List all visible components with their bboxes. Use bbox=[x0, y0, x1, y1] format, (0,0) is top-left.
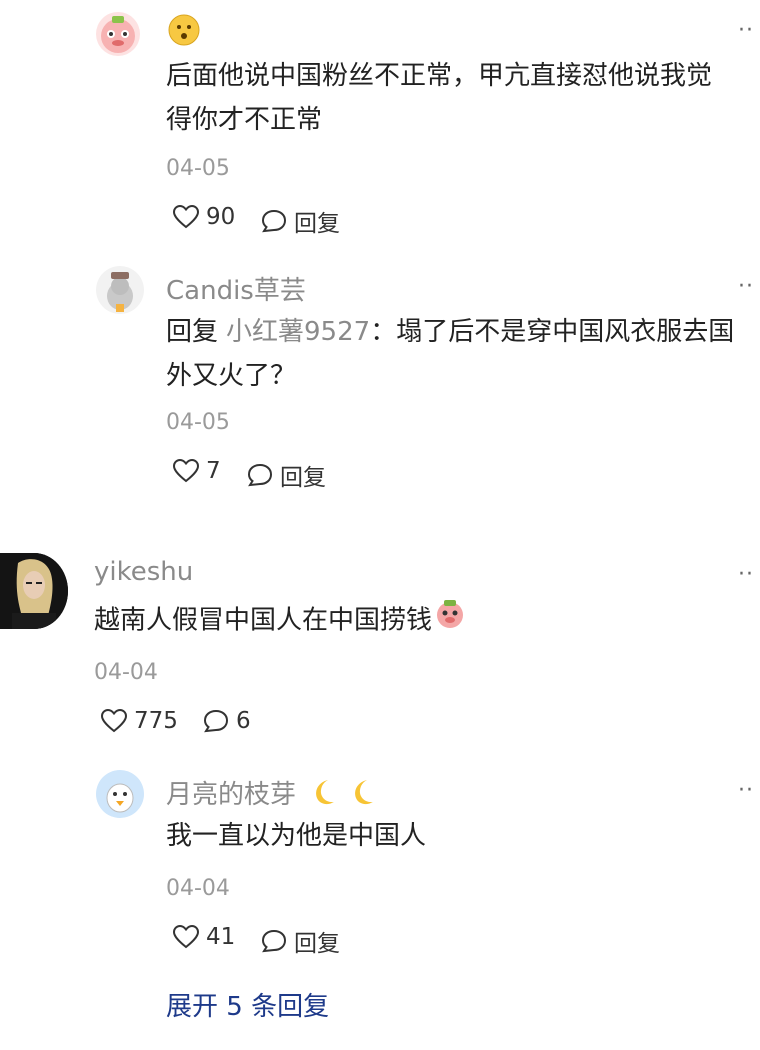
like-button[interactable]: 7 bbox=[172, 458, 221, 484]
more-options-icon[interactable]: ·· bbox=[738, 274, 754, 299]
heart-icon bbox=[172, 924, 200, 949]
like-count: 41 bbox=[206, 924, 236, 950]
expand-replies-link[interactable]: 展开 5 条回复 bbox=[166, 986, 329, 1023]
emoji-face-icon bbox=[168, 14, 200, 46]
username[interactable]: Candis草芸 bbox=[166, 270, 306, 307]
comment-text: 后面他说中国粉丝不正常，甲亢直接怼他说我觉 得你才不正常 bbox=[166, 61, 713, 135]
user-avatar[interactable] bbox=[96, 12, 140, 56]
like-button[interactable]: 775 bbox=[100, 708, 178, 734]
user-avatar[interactable] bbox=[0, 553, 68, 629]
username[interactable]: yikeshu bbox=[94, 557, 193, 587]
mentioned-user[interactable]: 小红薯9527 bbox=[226, 317, 370, 347]
chat-bubble-icon bbox=[261, 209, 287, 233]
reply-count: 6 bbox=[236, 708, 251, 734]
reply-label: 回复 bbox=[294, 211, 340, 237]
user-avatar[interactable] bbox=[96, 266, 144, 314]
chat-bubble-icon bbox=[261, 929, 287, 953]
heart-icon bbox=[100, 708, 128, 733]
reply-count-button[interactable]: 6 bbox=[202, 708, 251, 734]
like-count: 90 bbox=[206, 204, 236, 230]
heart-icon bbox=[172, 204, 200, 229]
comment-date: 04-04 bbox=[166, 876, 230, 901]
more-options-icon[interactable]: ·· bbox=[738, 18, 754, 43]
comment-date: 04-04 bbox=[94, 660, 158, 685]
comment-text: 我一直以为他是中国人 bbox=[166, 821, 427, 851]
emoji-pig-icon bbox=[434, 598, 466, 644]
like-button[interactable]: 41 bbox=[172, 924, 235, 950]
reply-button[interactable]: 回复 bbox=[246, 458, 326, 492]
crescent-moon-icon bbox=[347, 777, 377, 814]
user-avatar[interactable] bbox=[96, 770, 144, 818]
reply-button[interactable]: 回复 bbox=[260, 204, 340, 238]
more-options-icon[interactable]: ·· bbox=[738, 562, 754, 587]
comment-text: 回复 小红薯9527：塌了后不是穿中国风衣服去国 外又火了？ bbox=[166, 317, 735, 391]
chat-bubble-icon bbox=[247, 463, 273, 487]
comment-text: 越南人假冒中国人在中国捞钱 bbox=[94, 598, 466, 644]
reply-label: 回复 bbox=[280, 465, 326, 491]
more-options-icon[interactable]: ·· bbox=[738, 778, 754, 803]
like-count: 775 bbox=[134, 708, 178, 734]
like-count: 7 bbox=[206, 458, 221, 484]
like-button[interactable]: 90 bbox=[172, 204, 235, 230]
username[interactable]: 月亮的枝芽 bbox=[166, 774, 377, 814]
chat-bubble-icon bbox=[203, 709, 229, 733]
crescent-moon-icon bbox=[308, 777, 338, 814]
reply-label: 回复 bbox=[294, 931, 340, 957]
heart-icon bbox=[172, 458, 200, 483]
reply-prefix: 回复 bbox=[166, 317, 219, 347]
reply-button[interactable]: 回复 bbox=[260, 924, 340, 958]
comment-date: 04-05 bbox=[166, 410, 230, 435]
comment-date: 04-05 bbox=[166, 156, 230, 181]
